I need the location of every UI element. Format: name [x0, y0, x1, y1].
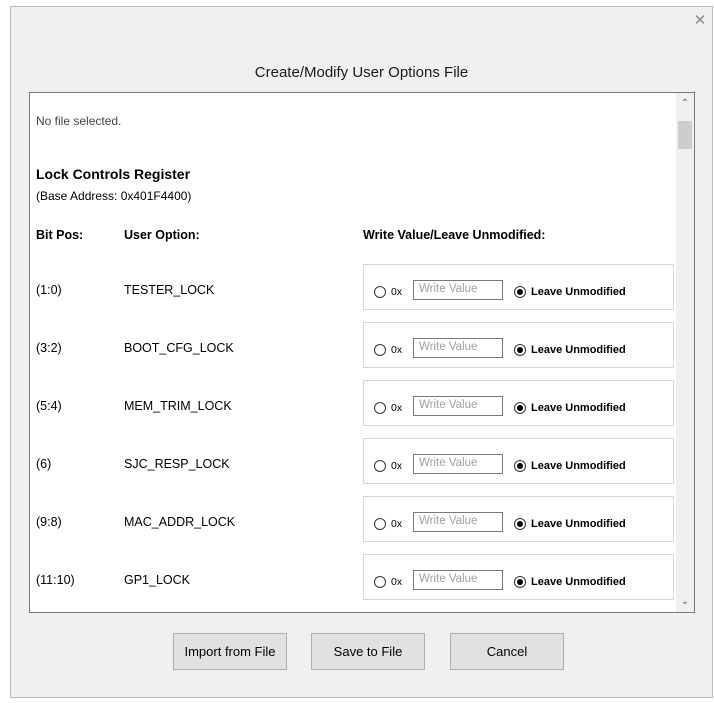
hex-prefix: 0x [391, 286, 403, 298]
leave-unmodified-radio[interactable] [514, 518, 526, 530]
write-value-radio[interactable] [374, 402, 386, 414]
write-value-radio[interactable] [374, 576, 386, 588]
leave-unmodified-label: Leave Unmodified [531, 460, 626, 472]
hex-prefix: 0x [391, 402, 403, 414]
option-value-cell: 0x Write Value Leave Unmodified [363, 438, 674, 484]
row-bit-pos: (11:10) [36, 573, 75, 587]
row-option-name: MEM_TRIM_LOCK [124, 399, 232, 413]
write-value-radio[interactable] [374, 286, 386, 298]
options-content: No file selected. Lock Controls Register… [30, 93, 676, 612]
leave-unmodified-label: Leave Unmodified [531, 286, 626, 298]
chevron-up-icon[interactable]: ⌃ [676, 95, 694, 112]
leave-unmodified-radio[interactable] [514, 460, 526, 472]
write-value-radio[interactable] [374, 460, 386, 472]
file-status: No file selected. [36, 114, 122, 128]
row-bit-pos: (3:2) [36, 341, 62, 355]
cancel-button[interactable]: Cancel [450, 633, 564, 670]
hex-prefix: 0x [391, 344, 403, 356]
scrollbar-thumb[interactable] [678, 121, 692, 149]
section-title: Lock Controls Register [36, 166, 191, 182]
write-value-input[interactable]: Write Value [413, 338, 503, 358]
row-bit-pos: (1:0) [36, 283, 62, 297]
hex-prefix: 0x [391, 576, 403, 588]
row-bit-pos: (5:4) [36, 399, 62, 413]
option-value-cell: 0x Write Value Leave Unmodified [363, 322, 674, 368]
write-value-input[interactable]: Write Value [413, 512, 503, 532]
leave-unmodified-radio[interactable] [514, 286, 526, 298]
vertical-scrollbar[interactable]: ⌃ ⌄ [676, 93, 694, 612]
option-value-cell: 0x Write Value Leave Unmodified [363, 554, 674, 600]
row-option-name: BOOT_CFG_LOCK [124, 341, 234, 355]
leave-unmodified-label: Leave Unmodified [531, 576, 626, 588]
hex-prefix: 0x [391, 518, 403, 530]
write-value-input[interactable]: Write Value [413, 280, 503, 300]
write-value-input[interactable]: Write Value [413, 454, 503, 474]
row-option-name: GP1_LOCK [124, 573, 191, 587]
leave-unmodified-label: Leave Unmodified [531, 518, 626, 530]
write-value-input[interactable]: Write Value [413, 396, 503, 416]
row-bit-pos: (6) [36, 457, 52, 471]
option-value-cell [363, 612, 674, 613]
import-from-file-button[interactable]: Import from File [173, 633, 287, 670]
leave-unmodified-label: Leave Unmodified [531, 402, 626, 414]
row-option-name: MAC_ADDR_LOCK [124, 515, 236, 529]
user-options-dialog: ✕ Create/Modify User Options File No fil… [10, 6, 713, 698]
dialog-title: Create/Modify User Options File [254, 64, 469, 81]
close-icon[interactable]: ✕ [692, 13, 708, 29]
leave-unmodified-radio[interactable] [514, 344, 526, 356]
chevron-down-icon[interactable]: ⌄ [676, 593, 694, 610]
leave-unmodified-radio[interactable] [514, 402, 526, 414]
write-value-input[interactable]: Write Value [413, 570, 503, 590]
row-option-name: SJC_RESP_LOCK [124, 457, 230, 471]
row-bit-pos: (9:8) [36, 515, 62, 529]
option-value-cell: 0x Write Value Leave Unmodified [363, 496, 674, 542]
hex-prefix: 0x [391, 460, 403, 472]
save-to-file-button[interactable]: Save to File [311, 633, 425, 670]
header-write-value: Write Value/Leave Unmodified: [363, 228, 546, 242]
header-user-option: User Option: [124, 228, 200, 242]
leave-unmodified-radio[interactable] [514, 576, 526, 588]
row-option-name: TESTER_LOCK [124, 283, 215, 297]
write-value-radio[interactable] [374, 344, 386, 356]
base-address: (Base Address: 0x401F4400) [36, 189, 192, 203]
option-value-cell: 0x Write Value Leave Unmodified [363, 380, 674, 426]
write-value-radio[interactable] [374, 518, 386, 530]
option-value-cell: 0x Write Value Leave Unmodified [363, 264, 674, 310]
header-bit-pos: Bit Pos: [36, 228, 84, 242]
options-panel[interactable]: No file selected. Lock Controls Register… [29, 92, 695, 613]
leave-unmodified-label: Leave Unmodified [531, 344, 626, 356]
